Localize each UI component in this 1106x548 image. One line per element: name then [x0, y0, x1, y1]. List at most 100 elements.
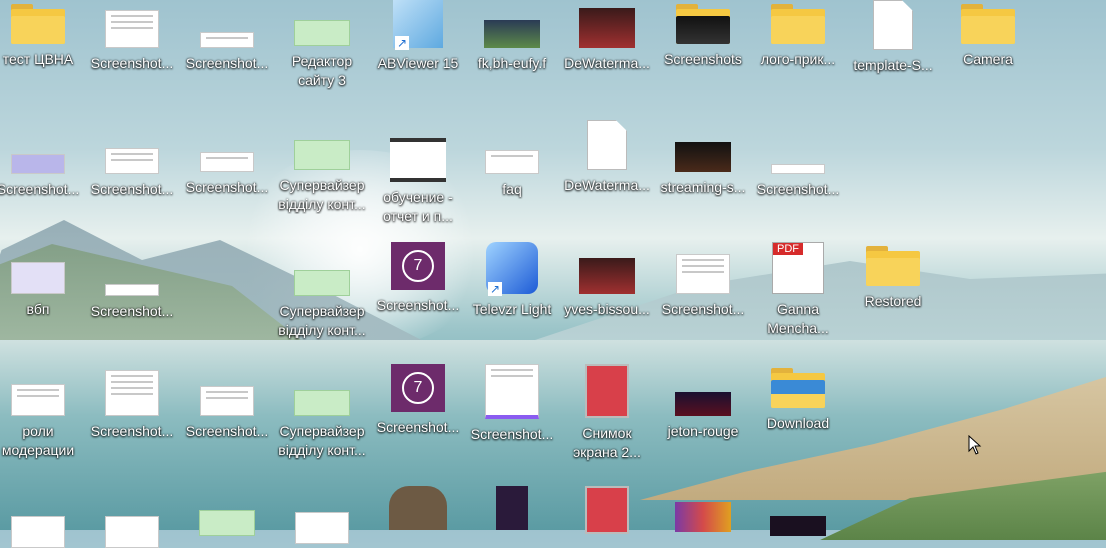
- folder-icon: [676, 4, 730, 44]
- green-doc-icon: [294, 140, 350, 170]
- doc-icon: [295, 512, 349, 544]
- screenshot-icon: [105, 10, 159, 48]
- folder-icon: [866, 246, 920, 286]
- desktop-icon-screenshots-folder[interactable]: Screenshots: [656, 0, 750, 69]
- desktop-icon-screenshot-purple[interactable]: 7 Screenshot...: [371, 364, 465, 437]
- desktop-icon-label: DeWaterma...: [564, 55, 650, 71]
- desktop-icon-partial[interactable]: [656, 486, 750, 532]
- desktop-icon-gimp-partial[interactable]: [371, 486, 465, 530]
- desktop-icon-label: Download: [766, 415, 830, 431]
- desktop-icon-screenshot[interactable]: Screenshot...: [85, 0, 179, 73]
- doc-icon: [11, 516, 65, 548]
- desktop-icon-obuchenie[interactable]: обучение - отчет и п...: [371, 120, 465, 226]
- desktop-icon-fkbh[interactable]: fk,bh-eufy.f: [465, 0, 559, 73]
- desktop-icon-redactor[interactable]: Редактор сайту 3: [275, 0, 369, 90]
- desktop-icon-download[interactable]: Download: [751, 364, 845, 433]
- mouse-cursor-icon: [968, 435, 982, 455]
- desktop-icon-streaming[interactable]: streaming-s...: [656, 120, 750, 197]
- desktop-icon-label: Screenshot...: [661, 301, 745, 317]
- desktop-icon-ganna-pdf[interactable]: PDF Ganna Mencha...: [751, 242, 845, 338]
- screenshot-icon: [200, 32, 254, 48]
- desktop-icon-label: Screenshots: [664, 51, 742, 67]
- desktop-icon-screenshot[interactable]: Screenshot...: [85, 242, 179, 321]
- desktop-icon-dewatermark[interactable]: DeWaterma...: [560, 120, 654, 195]
- desktop-icon-partial[interactable]: [465, 486, 559, 530]
- desktop-icon-supervisor[interactable]: Супервайзер відділу конт...: [275, 120, 369, 214]
- desktop-icon-label: тест ЦВНА: [2, 51, 74, 67]
- desktop-icon-label: template-S...: [853, 57, 933, 73]
- desktop-icon-label: Restored: [864, 293, 922, 309]
- photo-icon: [579, 258, 635, 294]
- desktop-icon-label: faq: [502, 181, 522, 197]
- desktop-icon-label: Ganna Mencha...: [767, 301, 829, 336]
- screenshot-icon: [200, 152, 254, 172]
- zip-folder-icon: [771, 4, 825, 44]
- desktop-icon-label: Screenshot...: [470, 426, 554, 442]
- green-doc-icon: [294, 20, 350, 46]
- desktop-icon-label: Screenshot...: [376, 297, 460, 313]
- desktop-icon-screenshot[interactable]: Screenshot...: [85, 120, 179, 199]
- desktop-icon-televzr[interactable]: ↗ Televzr Light: [465, 242, 559, 319]
- desktop-icon-partial[interactable]: [180, 486, 274, 536]
- desktop-icon-supervisor[interactable]: Супервайзер відділу конт...: [275, 242, 369, 340]
- desktop-icon-screenshot[interactable]: Screenshot...: [180, 0, 274, 73]
- desktop-icon-jeton[interactable]: jeton-rouge: [656, 364, 750, 441]
- desktop-icon-label: jeton-rouge: [667, 423, 739, 439]
- desktop-icon-partial[interactable]: [0, 486, 85, 548]
- screenshot-icon: [11, 262, 65, 294]
- desktop-icon-logo-zip[interactable]: лого-прик...: [751, 0, 845, 69]
- desktop-icon-label: Супервайзер відділу конт...: [278, 177, 366, 212]
- desktop-icon-test-cvna[interactable]: тест ЦВНА: [0, 0, 85, 69]
- screenshot-icon: [771, 164, 825, 174]
- purple-logo-icon: 7: [391, 242, 445, 290]
- screenshot-icon: [105, 516, 159, 548]
- desktop-icon-screenshot[interactable]: Screenshot...: [465, 364, 559, 444]
- folder-icon: [961, 4, 1015, 44]
- desktop-icon-abviewer[interactable]: ↗ ABViewer 15: [371, 0, 465, 73]
- desktop-icon-label: Televzr Light: [472, 301, 552, 317]
- desktop-icon-partial[interactable]: [85, 486, 179, 548]
- desktop-icon-label: Screenshot...: [90, 181, 174, 197]
- desktop-icon-roli[interactable]: роли модерации: [0, 364, 85, 460]
- desktop-icon-partial[interactable]: [275, 486, 369, 544]
- desktop-icon-faq[interactable]: faq: [465, 120, 559, 199]
- desktop-icon-snimok[interactable]: Снимок экрана 2...: [560, 364, 654, 462]
- desktop-icon-partial[interactable]: [560, 486, 654, 534]
- desktop-icon-screenshot-purple[interactable]: 7 Screenshot...: [371, 242, 465, 315]
- blank-file-icon: [873, 0, 913, 50]
- desktop-icon-label: Супервайзер відділу конт...: [278, 423, 366, 458]
- desktop-icon-screenshot[interactable]: Screenshot...: [656, 242, 750, 319]
- televzr-icon: ↗: [486, 242, 538, 296]
- desktop-icon-screenshot[interactable]: Screenshot...: [85, 364, 179, 441]
- desktop-icon-screenshot[interactable]: Screenshot...: [0, 120, 85, 199]
- pdf-badge: PDF: [773, 243, 803, 255]
- desktop-icon-label: Camera: [963, 51, 1013, 67]
- desktop-icon-dewatermark[interactable]: DeWaterma...: [560, 0, 654, 73]
- desktop-icon-label: Screenshot...: [90, 303, 174, 319]
- screenshot-icon: [485, 364, 539, 419]
- desktop-icon-vbp[interactable]: вбп: [0, 242, 85, 319]
- desktop-icon-camera[interactable]: Camera: [941, 0, 1035, 69]
- desktop-icon-yves[interactable]: yves-bissou...: [560, 242, 654, 319]
- abviewer-icon: ↗: [393, 0, 443, 50]
- desktop-icon-label: Screenshot...: [185, 55, 269, 71]
- desktop-icon-label: DeWaterma...: [564, 177, 650, 193]
- desktop-icon-partial[interactable]: [751, 486, 845, 536]
- desktop-icon-label: fk,bh-eufy.f: [477, 55, 547, 71]
- desktop-icon-screenshot[interactable]: Screenshot...: [180, 364, 274, 441]
- excel-folder-icon: [11, 4, 65, 44]
- desktop-icon-label: Screenshot...: [0, 181, 80, 197]
- desktop-icon-restored[interactable]: Restored: [846, 242, 940, 311]
- desktop-icon-screenshot[interactable]: Screenshot...: [180, 120, 274, 197]
- pdf-icon: PDF: [772, 242, 824, 294]
- doc-icon: [485, 150, 539, 174]
- green-doc-icon: [294, 270, 350, 296]
- purple-logo-icon: 7: [391, 364, 445, 412]
- desktop-icon-label: Снимок экрана 2...: [573, 425, 641, 460]
- desktop-icon-screenshot[interactable]: Screenshot...: [751, 120, 845, 199]
- screenshot-icon: [676, 254, 730, 294]
- desktop-icon-supervisor[interactable]: Супервайзер відділу конт...: [275, 364, 369, 460]
- desktop-icon-template[interactable]: template-S...: [846, 0, 940, 75]
- desktop-icon-label: Супервайзер відділу конт...: [278, 303, 366, 338]
- desktop-icon-label: streaming-s...: [660, 179, 746, 195]
